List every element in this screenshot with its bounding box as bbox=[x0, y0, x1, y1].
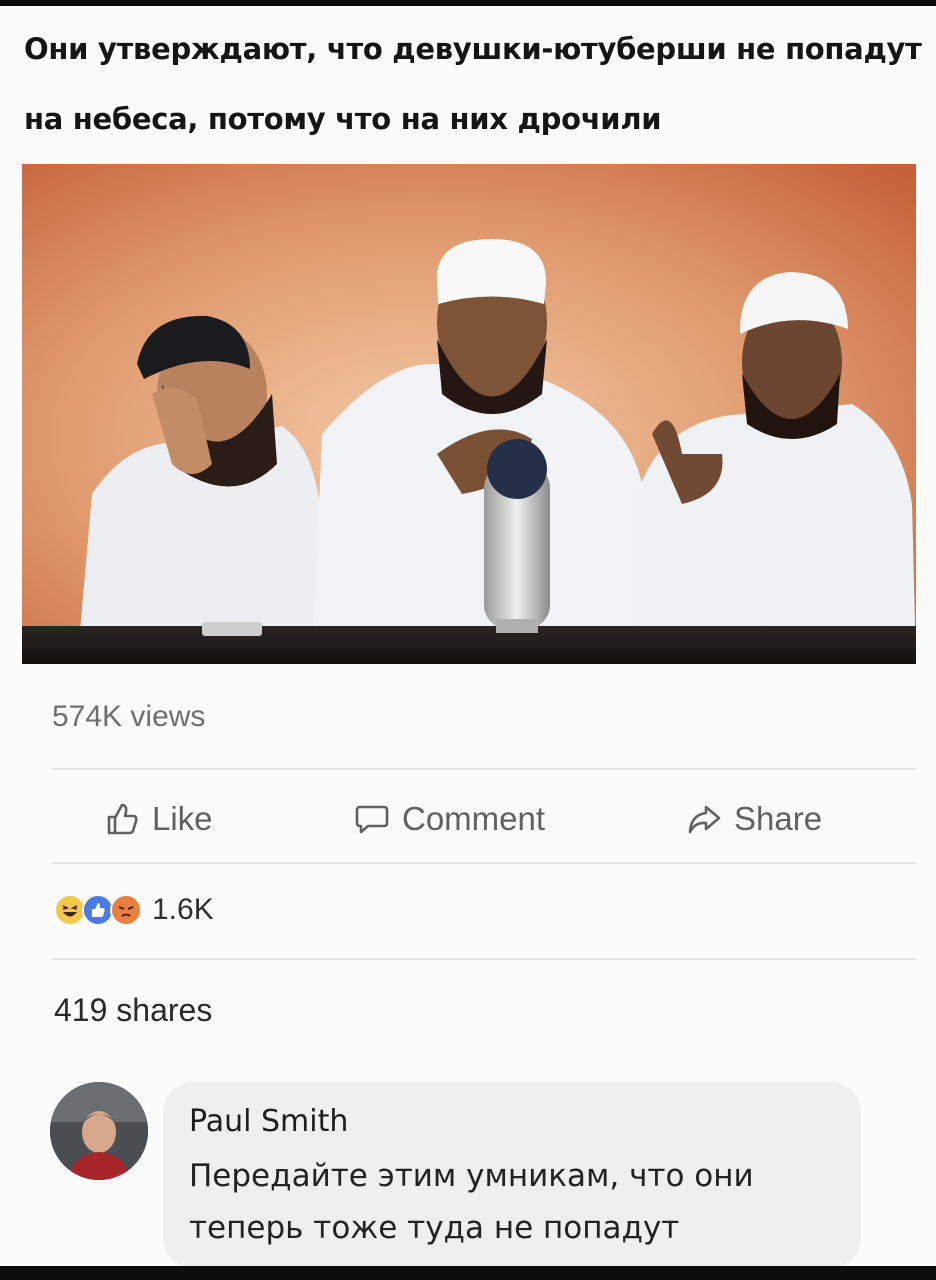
thumbs-up-icon bbox=[107, 803, 138, 835]
bottom-frame-bar bbox=[0, 1266, 936, 1280]
divider bbox=[52, 958, 916, 960]
share-arrow-icon bbox=[688, 805, 721, 834]
share-button[interactable]: Share bbox=[686, 797, 822, 841]
comment-button[interactable]: Comment bbox=[354, 797, 545, 841]
share-label: Share bbox=[734, 800, 823, 837]
share-count[interactable]: 419 shares bbox=[54, 992, 212, 1029]
comment-author[interactable]: Paul Smith bbox=[189, 1104, 348, 1139]
angry-reaction-icon bbox=[110, 894, 142, 926]
divider bbox=[52, 768, 916, 770]
avatar[interactable] bbox=[50, 1082, 148, 1180]
like-button[interactable]: Like bbox=[104, 797, 213, 841]
reaction-summary[interactable]: 1.6K bbox=[54, 893, 214, 927]
speech-bubble-icon bbox=[355, 805, 389, 834]
meme-caption: Они утверждают, что девушки-ютуберши не … bbox=[24, 32, 922, 136]
post-video-thumbnail[interactable] bbox=[22, 164, 916, 664]
reaction-count: 1.6K bbox=[152, 893, 214, 926]
comment-text: Передайте этим умникам, что они теперь т… bbox=[189, 1158, 754, 1246]
comment-bubble: Paul Smith Передайте этим умникам, что о… bbox=[163, 1082, 861, 1268]
view-count: 574K views bbox=[52, 700, 206, 733]
comment-label: Comment bbox=[402, 800, 546, 837]
like-label: Like bbox=[152, 800, 213, 837]
top-frame-bar bbox=[0, 0, 936, 6]
divider bbox=[52, 862, 916, 864]
